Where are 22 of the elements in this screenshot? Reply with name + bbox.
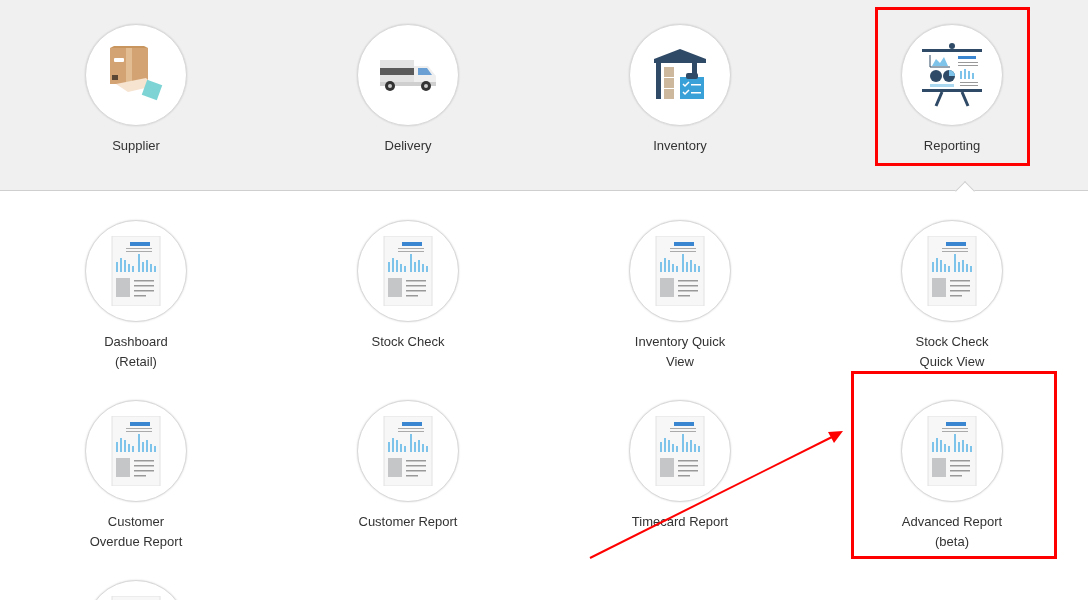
- report-label[interactable]: Dashboard (Retail): [104, 332, 168, 372]
- report-label[interactable]: Inventory Quick View: [634, 332, 726, 372]
- report-label[interactable]: Advanced Report (beta): [901, 512, 1003, 552]
- report-label[interactable]: Customer Overdue Report: [89, 512, 183, 552]
- report-label[interactable]: Stock Check Quick View: [915, 332, 989, 372]
- report-document-icon: [382, 416, 434, 486]
- report-label[interactable]: Customer Report: [358, 512, 458, 532]
- report-document-icon: [926, 416, 978, 486]
- report-document-icon: [110, 416, 162, 486]
- menu-label[interactable]: Reporting: [923, 136, 981, 156]
- report-document-icon: [654, 416, 706, 486]
- report-document-icon: [110, 236, 162, 306]
- menu-label[interactable]: Delivery: [384, 136, 432, 156]
- report-document-icon: [926, 236, 978, 306]
- report-document-icon: [382, 236, 434, 306]
- truck-icon: [378, 58, 438, 92]
- menu-label[interactable]: Supplier: [112, 136, 160, 156]
- menu-label[interactable]: Inventory: [653, 136, 707, 156]
- report-document-icon: [654, 236, 706, 306]
- presentation-board-icon: [920, 43, 984, 107]
- warehouse-checklist-icon: [654, 49, 706, 101]
- report-label[interactable]: Stock Check: [371, 332, 445, 352]
